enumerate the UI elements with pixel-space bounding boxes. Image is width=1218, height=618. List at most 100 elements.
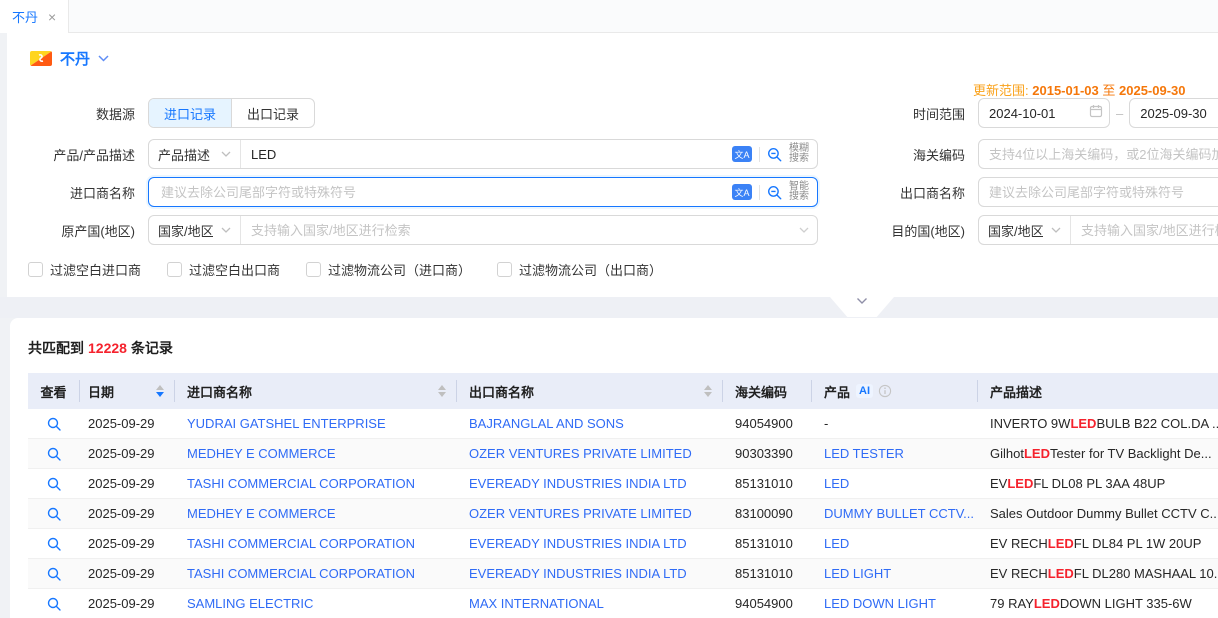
table-row: 2025-09-29 TASHI COMMERCIAL CORPORATION …	[28, 529, 1218, 559]
ai-badge: AI	[856, 384, 873, 398]
destination-input[interactable]	[1071, 217, 1218, 243]
smart-search-icon[interactable]	[767, 185, 782, 200]
column-header-hs-code: 海关编码	[723, 380, 812, 402]
column-header-exporter[interactable]: 出口商名称	[457, 380, 723, 402]
table-row: 2025-09-29 SAMLING ELECTRIC MAX INTERNAT…	[28, 589, 1218, 618]
product-cell[interactable]: LED	[812, 469, 978, 498]
exporter-name-field[interactable]	[979, 179, 1218, 205]
view-record-button[interactable]	[28, 439, 80, 468]
magnifier-icon	[47, 447, 61, 461]
view-record-button[interactable]	[28, 499, 80, 528]
date-cell: 2025-09-29	[80, 499, 175, 528]
product-cell[interactable]: LED TESTER	[812, 439, 978, 468]
exporter-link[interactable]: BAJRANGLAL AND SONS	[457, 409, 723, 438]
product-cell[interactable]: -	[812, 409, 978, 438]
date-start-field[interactable]	[979, 100, 1089, 126]
importer-search-group: 文A 智能 搜索	[148, 177, 818, 207]
exporter-name-input[interactable]	[978, 177, 1218, 207]
filter-checkboxes: 过滤空白进口商 过滤空白出口商 过滤物流公司（进口商） 过滤物流公司（出口商）	[28, 260, 662, 279]
tab-bhutan[interactable]: 不丹 ×	[0, 0, 69, 33]
column-header-date[interactable]: 日期	[80, 380, 175, 402]
chevron-down-icon	[856, 297, 868, 305]
country-header[interactable]: 不丹	[30, 48, 109, 69]
exporter-link[interactable]: MAX INTERNATIONAL	[457, 589, 723, 618]
tab-import-records[interactable]: 进口记录	[149, 99, 232, 127]
chevron-down-icon[interactable]	[98, 53, 109, 65]
checkbox-icon[interactable]	[306, 262, 321, 277]
importer-link[interactable]: TASHI COMMERCIAL CORPORATION	[175, 529, 457, 558]
importer-link[interactable]: YUDRAI GATSHEL ENTERPRISE	[175, 409, 457, 438]
product-cell[interactable]: LED LIGHT	[812, 559, 978, 588]
checkbox-icon[interactable]	[167, 262, 182, 277]
calendar-icon[interactable]	[1089, 104, 1103, 123]
sort-icons[interactable]	[704, 385, 712, 397]
checkbox-icon[interactable]	[28, 262, 43, 277]
importer-link[interactable]: TASHI COMMERCIAL CORPORATION	[175, 469, 457, 498]
origin-country-group: 国家/地区	[148, 215, 818, 245]
view-record-button[interactable]	[28, 529, 80, 558]
checkbox-filter-logistics-exporter[interactable]: 过滤物流公司（出口商）	[497, 260, 662, 279]
table-row: 2025-09-29 TASHI COMMERCIAL CORPORATION …	[28, 559, 1218, 589]
hs-code-cell: 85131010	[723, 559, 812, 588]
exporter-link[interactable]: OZER VENTURES PRIVATE LIMITED	[457, 499, 723, 528]
view-record-button[interactable]	[28, 589, 80, 618]
update-range: 更新范围: 2015-01-03 至 2025-09-30	[973, 80, 1186, 99]
product-type-select[interactable]: 产品描述	[149, 140, 241, 168]
close-icon[interactable]: ×	[48, 9, 56, 25]
importer-link[interactable]: TASHI COMMERCIAL CORPORATION	[175, 559, 457, 588]
checkbox-filter-blank-importer[interactable]: 过滤空白进口商	[28, 260, 141, 279]
data-source-switch: 进口记录 出口记录	[148, 98, 315, 128]
exporter-link[interactable]: OZER VENTURES PRIVATE LIMITED	[457, 439, 723, 468]
product-description-cell: EV RECH LED FL DL84 PL 1W 20UP	[978, 529, 1218, 558]
destination-type-select[interactable]: 国家/地区	[979, 216, 1071, 244]
exporter-link[interactable]: EVEREADY INDUSTRIES INDIA LTD	[457, 559, 723, 588]
hs-code-cell: 85131010	[723, 529, 812, 558]
collapse-filters-button[interactable]	[830, 297, 894, 317]
translate-icon[interactable]: 文A	[732, 184, 752, 200]
chevron-down-icon	[221, 227, 231, 233]
chevron-down-icon	[1051, 227, 1061, 233]
importer-link[interactable]: SAMLING ELECTRIC	[175, 589, 457, 618]
tab-export-records[interactable]: 出口记录	[232, 99, 314, 127]
divider	[759, 147, 760, 162]
fuzzy-search-icon[interactable]	[767, 147, 782, 162]
bhutan-flag-icon	[30, 51, 52, 66]
column-header-importer[interactable]: 进口商名称	[175, 380, 457, 402]
app-window: 不丹 × 不丹 数据源 进口记录 出口记录 更新范围:	[0, 0, 1218, 618]
exporter-label: 出口商名称	[800, 183, 965, 202]
origin-country-input[interactable]	[241, 217, 799, 243]
date-start-input[interactable]	[978, 98, 1110, 128]
time-range-label: 时间范围	[800, 104, 965, 123]
translate-icon[interactable]: 文A	[732, 146, 752, 162]
sort-icons[interactable]	[438, 385, 446, 397]
checkbox-icon[interactable]	[497, 262, 512, 277]
product-cell[interactable]: LED	[812, 529, 978, 558]
magnifier-icon	[47, 567, 61, 581]
info-icon[interactable]	[878, 384, 892, 398]
view-record-button[interactable]	[28, 469, 80, 498]
view-record-button[interactable]	[28, 559, 80, 588]
hs-code-input[interactable]	[978, 139, 1218, 169]
magnifier-icon	[47, 507, 61, 521]
importer-search-input[interactable]	[149, 179, 732, 205]
date-end-field[interactable]	[1130, 100, 1218, 126]
checkbox-filter-blank-exporter[interactable]: 过滤空白出口商	[167, 260, 280, 279]
divider	[759, 185, 760, 200]
product-description-cell: INVERTO 9W LED BULB B22 COL.DA ...	[978, 409, 1218, 438]
checkbox-filter-logistics-importer[interactable]: 过滤物流公司（进口商）	[306, 260, 471, 279]
product-search-input[interactable]	[241, 141, 732, 167]
sort-icons[interactable]	[156, 385, 164, 397]
exporter-link[interactable]: EVEREADY INDUSTRIES INDIA LTD	[457, 529, 723, 558]
date-end-input[interactable]	[1129, 98, 1218, 128]
origin-type-select[interactable]: 国家/地区	[149, 216, 241, 244]
tab-bar: 不丹 ×	[0, 0, 1218, 33]
hs-code-field[interactable]	[979, 141, 1218, 167]
view-record-button[interactable]	[28, 409, 80, 438]
product-cell[interactable]: DUMMY BULLET CCTV...	[812, 499, 978, 528]
exporter-link[interactable]: EVEREADY INDUSTRIES INDIA LTD	[457, 469, 723, 498]
date-cell: 2025-09-29	[80, 469, 175, 498]
importer-link[interactable]: MEDHEY E COMMERCE	[175, 439, 457, 468]
importer-link[interactable]: MEDHEY E COMMERCE	[175, 499, 457, 528]
date-cell: 2025-09-29	[80, 439, 175, 468]
product-cell[interactable]: LED DOWN LIGHT	[812, 589, 978, 618]
